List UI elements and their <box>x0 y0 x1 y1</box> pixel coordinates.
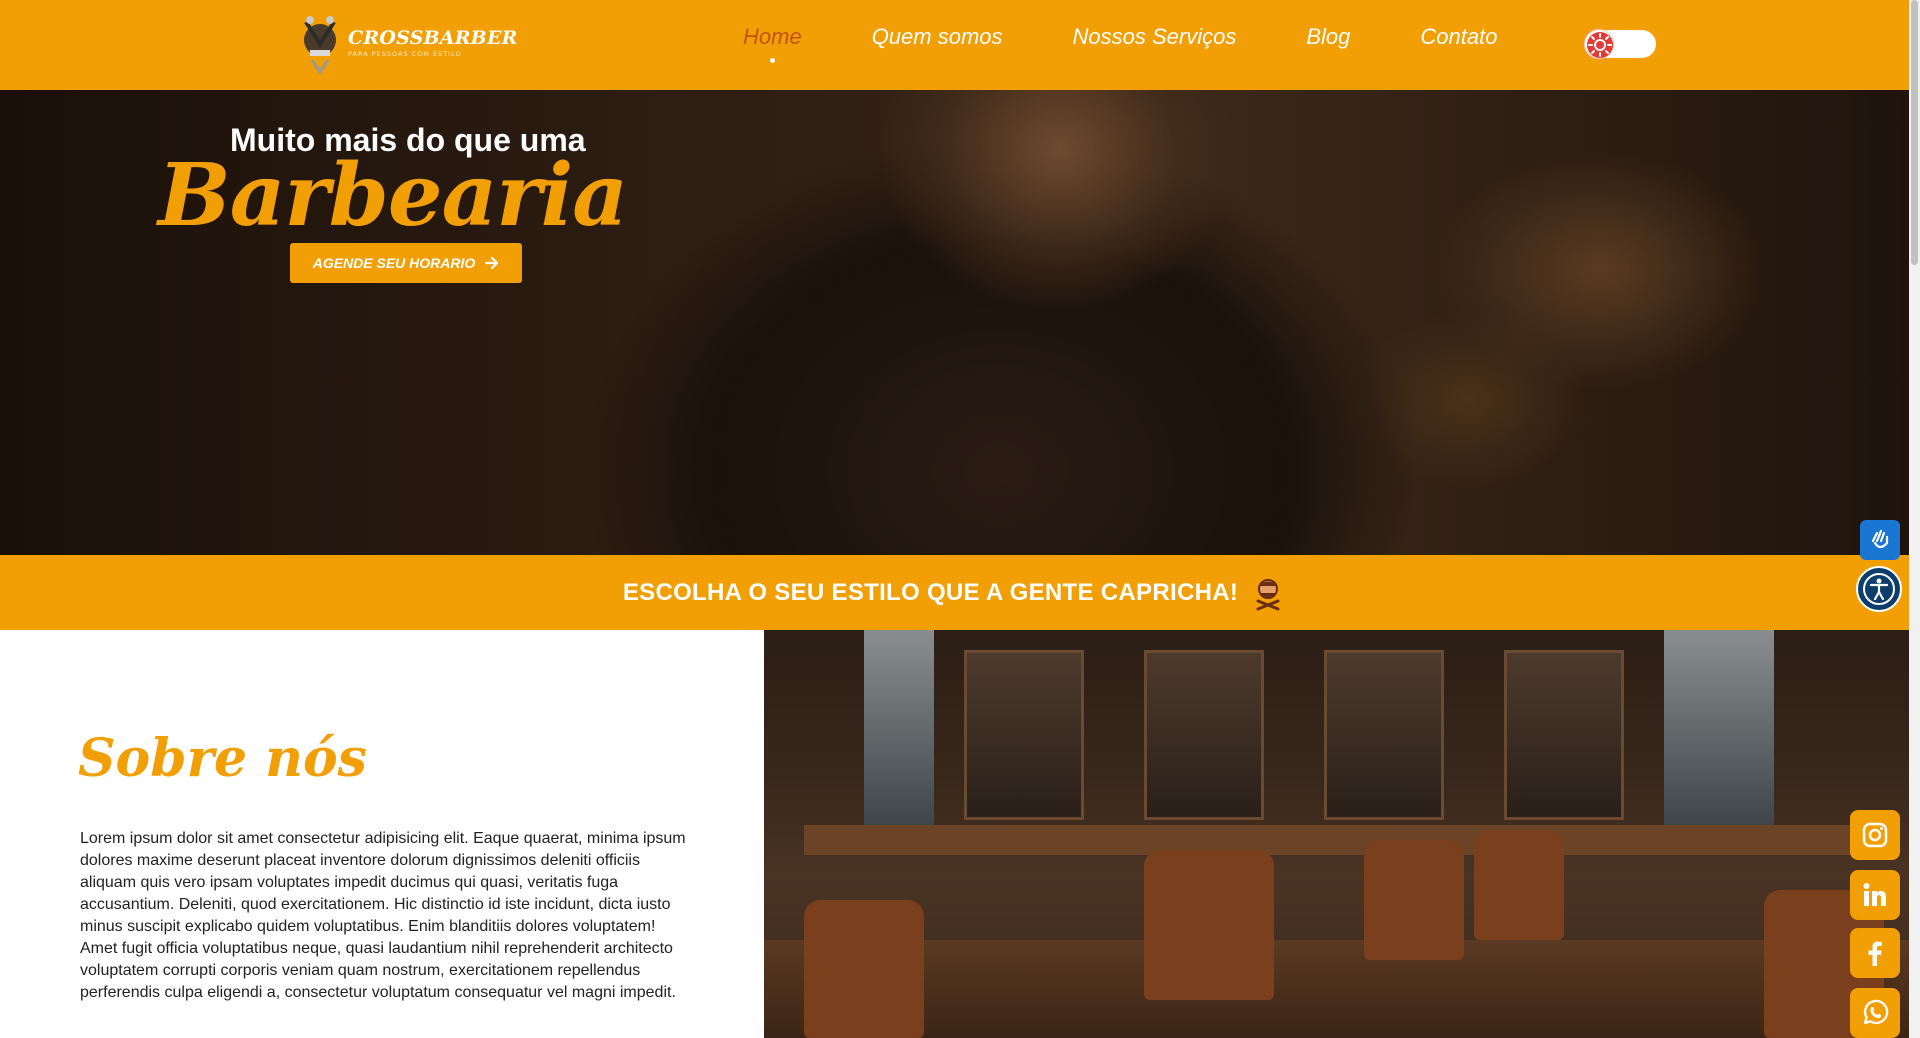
about-title: Sobre nós <box>78 728 367 789</box>
linkedin-icon <box>1863 883 1886 906</box>
linkedin-button[interactable] <box>1850 870 1900 920</box>
shop-mirror <box>964 650 1084 820</box>
scrollbar-thumb[interactable] <box>1911 0 1918 265</box>
nav-home[interactable]: Home <box>743 24 802 63</box>
sign-language-button[interactable] <box>1860 520 1900 560</box>
logo-tagline: PARA PESSOAS COM ESTILO <box>348 49 462 58</box>
barber-chair <box>1364 840 1464 960</box>
barber-icon <box>1256 578 1280 610</box>
logo-name: CROSSBARBER <box>348 26 518 49</box>
nav-nossos-servicos[interactable]: Nossos Serviços <box>1073 24 1237 50</box>
accessibility-button[interactable] <box>1856 566 1902 612</box>
main-nav: Home Quem somos Nossos Serviços Blog Con… <box>743 24 1567 63</box>
about-text: Lorem ipsum dolor sit amet consectetur a… <box>80 830 686 1001</box>
nav-quem-somos[interactable]: Quem somos <box>872 24 1003 50</box>
shop-mirror <box>1324 650 1444 820</box>
shop-window <box>1664 630 1774 830</box>
instagram-button[interactable] <box>1850 810 1900 860</box>
arrow-right-icon <box>485 256 499 270</box>
schedule-button[interactable]: AGENDE SEU HORARIO <box>290 243 522 283</box>
shop-mirror <box>1144 650 1264 820</box>
theme-toggle[interactable] <box>1584 29 1656 59</box>
facebook-button[interactable] <box>1850 928 1900 978</box>
barber-chair <box>804 900 924 1038</box>
whatsapp-button[interactable] <box>1850 988 1900 1038</box>
shop-window <box>864 630 934 830</box>
nav-blog[interactable]: Blog <box>1306 24 1350 50</box>
toggle-knob <box>1584 29 1614 59</box>
logo-barber-icon <box>304 16 336 74</box>
banner-text: ESCOLHA O SEU ESTILO QUE A GENTE CAPRICH… <box>622 578 1239 606</box>
logo[interactable]: CROSSBARBER PARA PESSOAS COM ESTILO <box>298 10 518 74</box>
hand-icon <box>1871 529 1889 549</box>
facebook-icon <box>1868 941 1882 966</box>
sun-icon <box>1587 32 1613 58</box>
shop-mirror <box>1504 650 1624 820</box>
style-banner: ESCOLHA O SEU ESTILO QUE A GENTE CAPRICH… <box>0 555 1909 630</box>
barbershop-image <box>764 630 1909 1038</box>
hero-title: Barbearia <box>158 145 628 246</box>
page-scrollbar[interactable] <box>1909 0 1920 1038</box>
schedule-button-label: AGENDE SEU HORARIO <box>312 255 476 271</box>
shop-floor <box>764 940 1909 1038</box>
about-section: Sobre nós Lorem ipsum dolor sit amet con… <box>0 630 764 1038</box>
nav-contato[interactable]: Contato <box>1420 24 1497 50</box>
whatsapp-icon <box>1863 999 1889 1025</box>
shop-counter <box>804 825 1864 855</box>
site-header: CROSSBARBER PARA PESSOAS COM ESTILO Home… <box>0 0 1909 90</box>
barber-chair <box>1474 830 1564 940</box>
instagram-icon <box>1862 822 1888 848</box>
accessibility-icon <box>1863 573 1895 605</box>
hero-section: Muito mais do que uma Barbearia AGENDE S… <box>0 90 1909 555</box>
barber-chair <box>1144 850 1274 1000</box>
